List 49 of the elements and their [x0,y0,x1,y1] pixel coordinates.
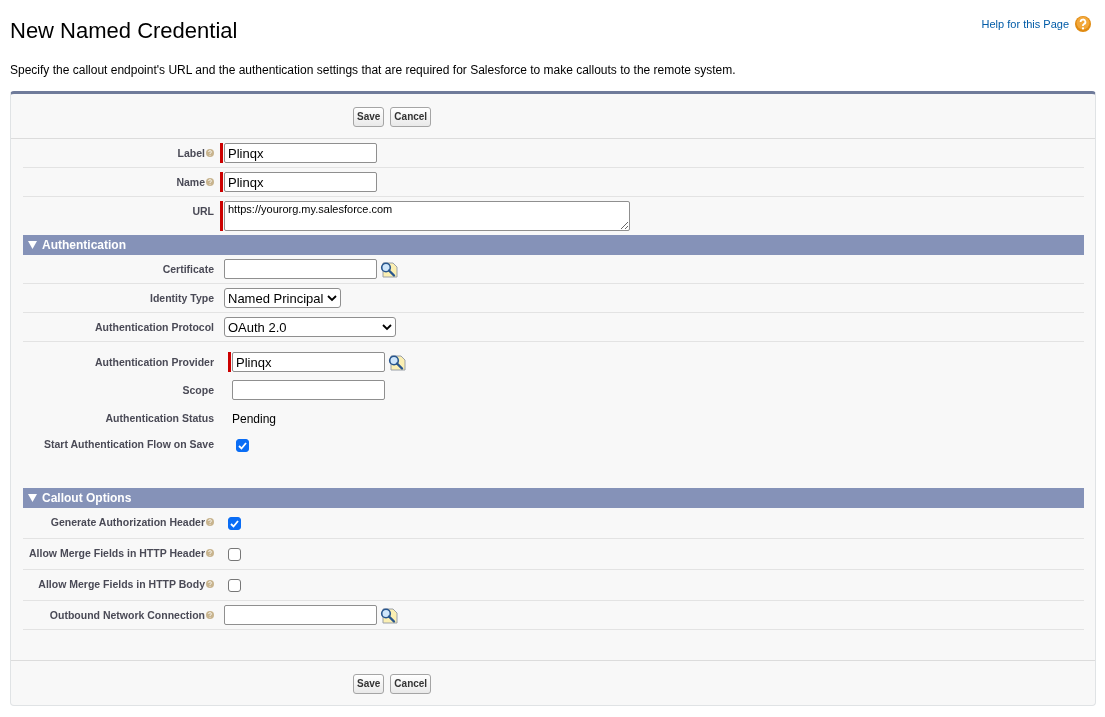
cancel-button[interactable]: Cancel [390,107,432,127]
help-icon[interactable] [206,611,214,619]
lookup-field[interactable] [224,259,377,279]
text-field[interactable]: Plinqx [224,143,377,163]
save-button[interactable]: Save [353,674,385,694]
lookup-icon[interactable] [379,261,398,278]
checkbox[interactable] [236,439,249,452]
help-icon[interactable] [1075,16,1091,32]
field-label: Authentication Protocol [95,321,214,333]
chevron-icon [382,323,392,331]
checkbox[interactable] [228,517,241,530]
help-icon[interactable] [206,518,214,526]
help-icon[interactable] [206,178,214,186]
field-label: URL [192,205,214,217]
field-value: Pending [232,411,277,426]
lookup-field[interactable]: Plinqx [232,352,385,372]
url-field[interactable]: https://yourorg.my.salesforce.com [224,201,630,231]
field-label: Authentication Status [105,412,214,424]
cancel-button[interactable]: Cancel [390,674,432,694]
field-label: Label [177,147,205,159]
help-icon[interactable] [206,580,214,588]
triangle-icon [28,241,37,249]
field-label: Allow Merge Fields in HTTP Header [29,547,205,559]
checkbox[interactable] [228,548,241,561]
field-label: Outbound Network Connection [49,609,205,621]
text-field[interactable] [232,380,385,400]
field-label: Allow Merge Fields in HTTP Body [38,578,205,590]
help-link[interactable]: Help for this Page [981,18,1069,30]
save-button[interactable]: Save [353,107,385,127]
dropdown[interactable]: Named Principal [224,288,342,308]
field-label: Certificate [162,263,214,275]
field-label: Start Authentication Flow on Save [44,438,214,450]
help-icon[interactable] [206,549,214,557]
lookup-icon[interactable] [379,607,398,624]
text-field[interactable]: Plinqx [224,172,377,192]
triangle-icon [28,494,37,502]
page-description: Specify the callout endpoint's URL and the authentication settings that are required for Salesforce to make callouts to the remote system. [10,63,737,77]
checkbox[interactable] [228,579,241,592]
chevron-icon [327,294,338,302]
field-label: Scope [182,384,214,396]
lookup-field[interactable] [224,605,377,625]
field-label: Name [176,176,205,188]
help-icon[interactable] [206,149,214,157]
page-title: New Named Credential [10,18,238,44]
field-label: Generate Authorization Header [50,516,205,528]
field-label: Identity Type [150,292,214,304]
field-label: Authentication Provider [95,356,214,368]
lookup-icon[interactable] [387,354,406,371]
dropdown[interactable]: OAuth 2.0 [224,317,396,337]
